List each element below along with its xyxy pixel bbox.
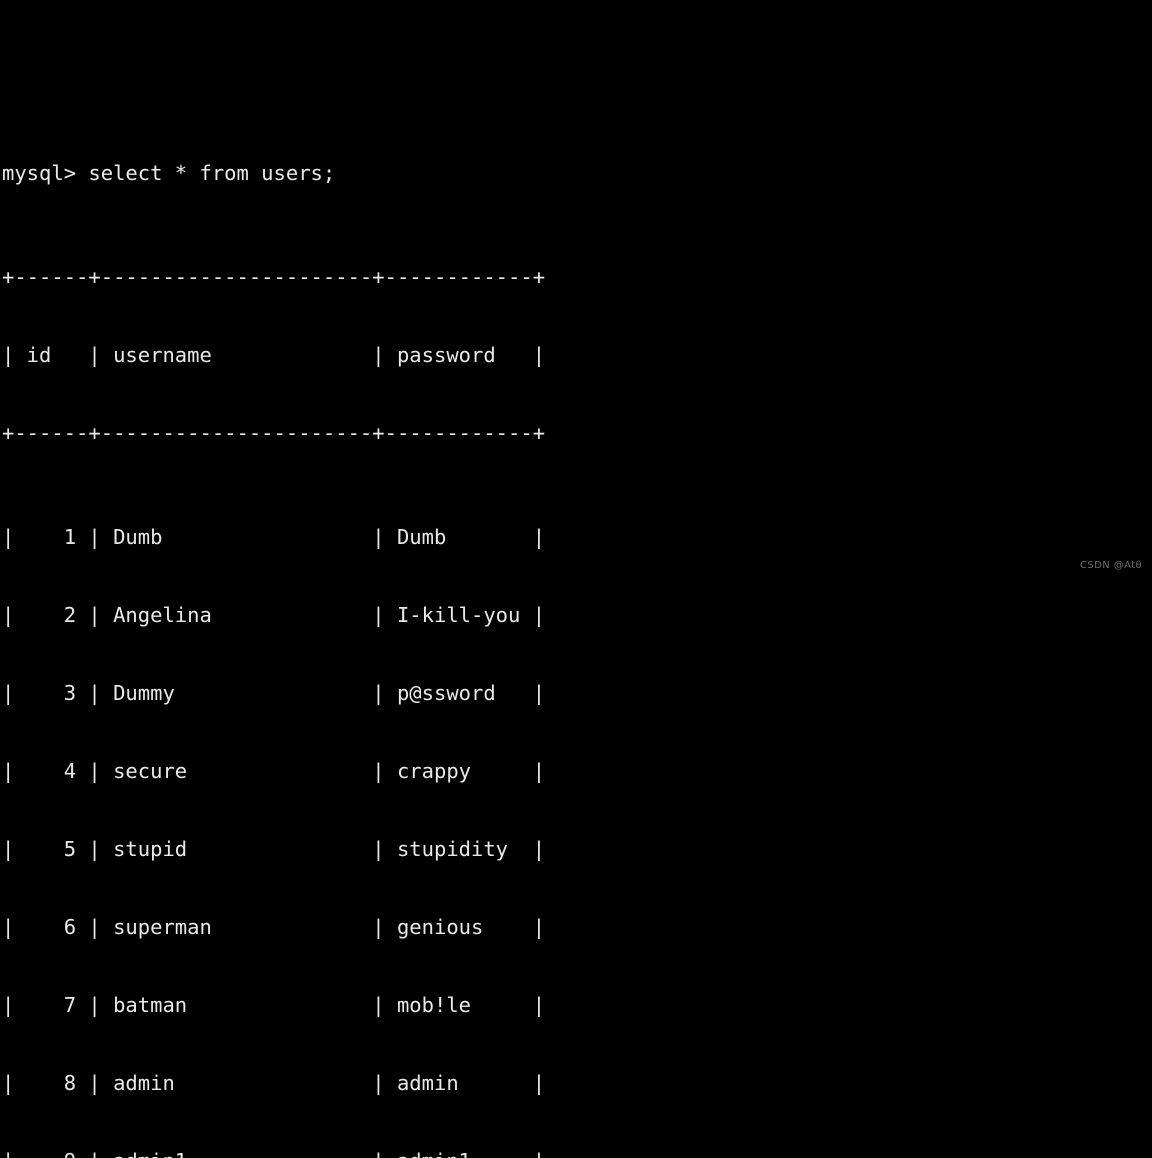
table-row: | 1 | Dumb | Dumb | xyxy=(2,525,546,549)
clipped-previous-line xyxy=(0,78,1152,82)
terminal-output: mysql> select * from users; +------+----… xyxy=(0,0,1152,1158)
table-row: | 9 | admin1 | admin1 | xyxy=(0,1148,1152,1158)
table-header-row: | id | username | password | xyxy=(2,343,546,367)
table-header-separator: +------+----------------------+---------… xyxy=(2,421,546,445)
table-row: | 8 | admin | admin | xyxy=(2,1071,546,1095)
table-row: | 7 | batman | mob!le | xyxy=(2,993,546,1017)
table-row: | 5 | stupid | stupidity | xyxy=(2,837,546,861)
csdn-watermark: CSDN @Atθ xyxy=(1080,560,1142,571)
table-row: | 3 | Dummy | p@ssword | xyxy=(2,681,546,705)
table-row: | 2 | Angelina | I-kill-you | xyxy=(2,603,546,627)
command-prompt-line: mysql> select * from users; xyxy=(2,161,336,185)
table-row: | 4 | secure | crappy | xyxy=(2,759,546,783)
table-row: | 6 | superman | genious | xyxy=(2,915,546,939)
table-top-border: +------+----------------------+---------… xyxy=(2,265,546,289)
